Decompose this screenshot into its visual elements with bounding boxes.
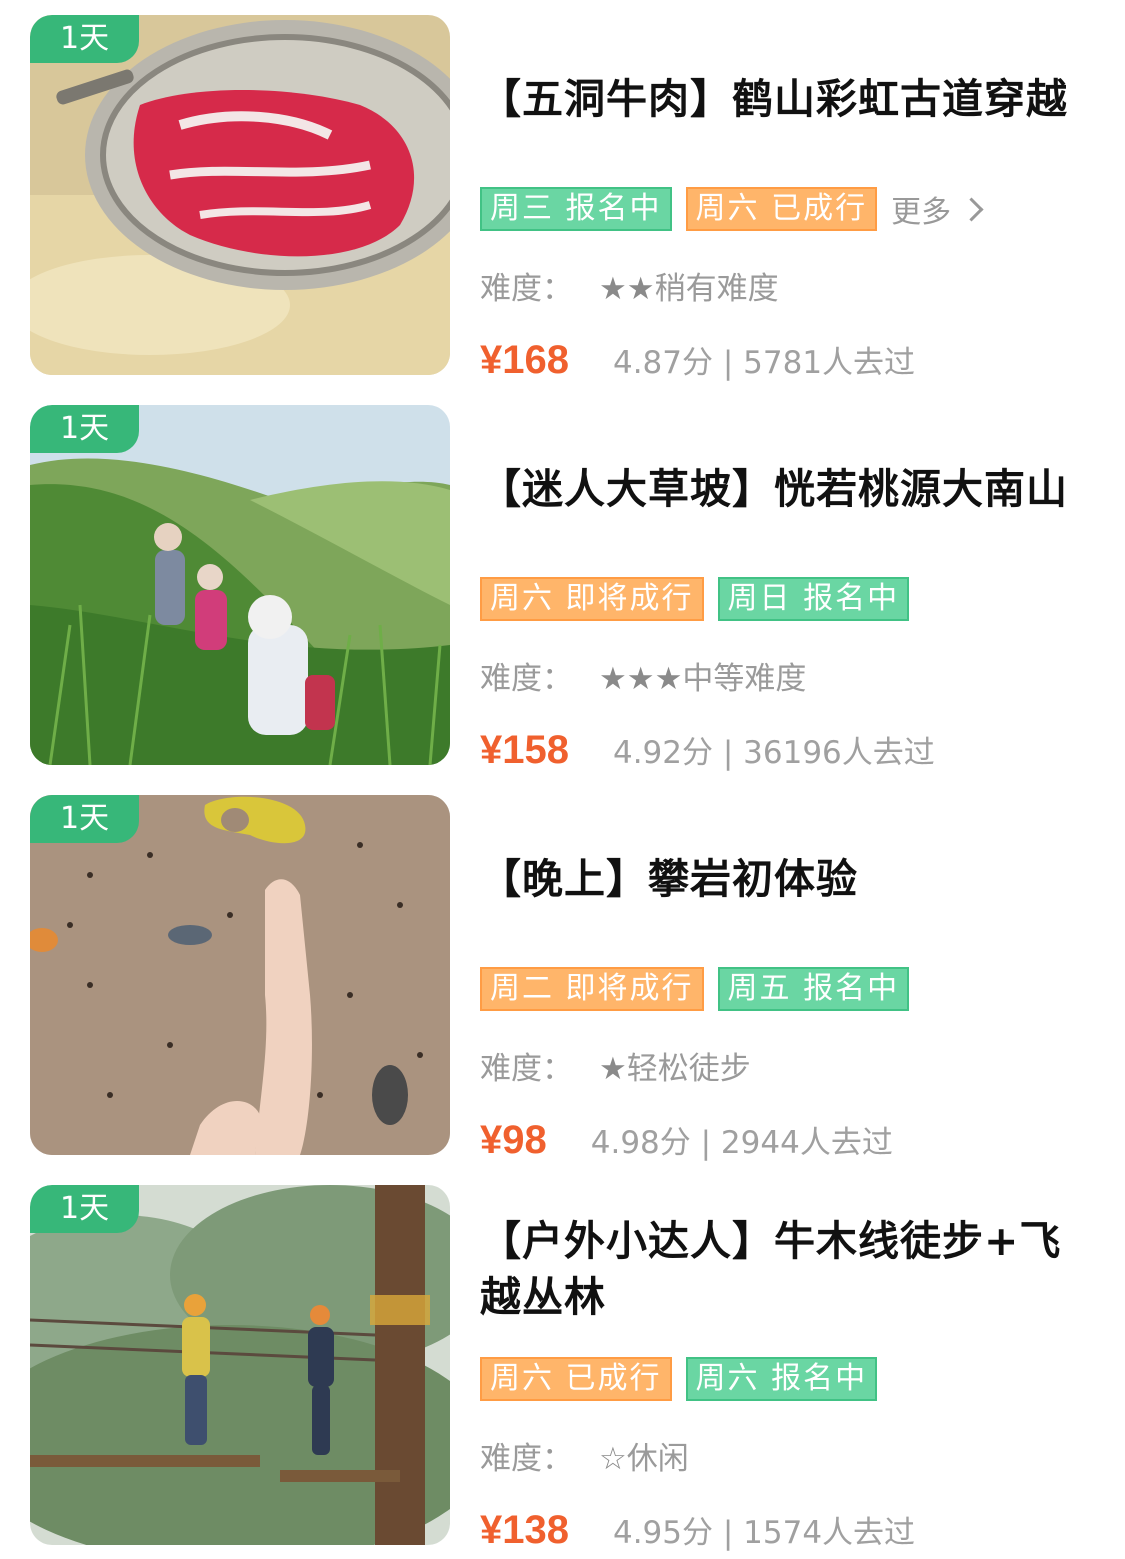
trip-info: 【五洞牛肉】鹤山彩虹古道穿越 周三 报名中 周六 已成行 更多 难度： ★★稍有难…: [480, 15, 1110, 382]
rating-stats: 4.95分 | 1574人去过: [612, 1515, 916, 1551]
trip-thumbnail[interactable]: 1天: [30, 405, 450, 765]
trip-thumbnail[interactable]: 1天: [30, 15, 450, 375]
trip-info: 【晚上】攀岩初体验 周二 即将成行 周五 报名中 难度： ★轻松徒步 ¥98 4.…: [480, 795, 1110, 1162]
trip-title[interactable]: 【五洞牛肉】鹤山彩虹古道穿越: [480, 71, 1080, 127]
price: ¥98: [480, 1118, 547, 1162]
date-tag[interactable]: 周六 已成行: [480, 1357, 672, 1401]
difficulty-row: 难度： ★★稍有难度: [480, 269, 779, 309]
price: ¥138: [480, 1508, 569, 1552]
difficulty-row: 难度： ☆休闲: [480, 1439, 689, 1479]
duration-badge: 1天: [30, 405, 140, 453]
difficulty-row: 难度： ★★★中等难度: [480, 659, 806, 699]
rating-stats: 4.92分 | 36196人去过: [612, 735, 935, 771]
difficulty-text: 稍有难度: [654, 271, 779, 307]
duration-badge: 1天: [30, 15, 140, 63]
price-row: ¥138 4.95分 | 1574人去过: [480, 1507, 915, 1553]
date-tag[interactable]: 周日 报名中: [717, 577, 910, 621]
trip-card[interactable]: 1天 【户外小达人】牛木线徒步+飞越丛林 周六 已成行 周六 报名中 难度： ☆休…: [30, 1185, 1110, 1552]
trip-card[interactable]: 1天 【五洞牛肉】鹤山彩虹古道穿越 周三 报名中 周六 已成行 更多 难度： ★★…: [30, 15, 1110, 382]
trip-title[interactable]: 【迷人大草坡】恍若桃源大南山: [480, 461, 1080, 517]
star-rating-icon: ★: [599, 1051, 627, 1087]
date-tags: 周六 已成行 周六 报名中: [480, 1357, 878, 1401]
difficulty-label: 难度：: [480, 1441, 573, 1477]
difficulty-label: 难度：: [480, 661, 573, 697]
difficulty-text: 轻松徒步: [626, 1051, 751, 1087]
climbing-wall-image: [30, 795, 450, 1155]
price: ¥168: [480, 338, 569, 382]
chevron-right-icon: [959, 196, 984, 222]
difficulty-row: 难度： ★轻松徒步: [480, 1049, 751, 1089]
trip-title[interactable]: 【户外小达人】牛木线徒步+飞越丛林: [480, 1213, 1080, 1325]
trip-card[interactable]: 1天 【迷人大草坡】恍若桃源大南山 周六 即将成行 周日 报名中 难度： ★★★中…: [30, 405, 1110, 772]
more-dates-link[interactable]: 更多: [891, 187, 984, 231]
date-tag[interactable]: 周三 报名中: [480, 187, 672, 231]
date-tags: 周六 即将成行 周日 报名中: [480, 577, 910, 621]
duration-badge: 1天: [30, 795, 140, 843]
date-tag[interactable]: 周五 报名中: [717, 967, 910, 1011]
beef-strainer-image: [30, 15, 450, 375]
date-tags: 周三 报名中 周六 已成行 更多: [480, 187, 984, 231]
star-rating-icon: ★★★: [599, 661, 683, 697]
price: ¥158: [480, 728, 569, 772]
price-row: ¥168 4.87分 | 5781人去过: [480, 337, 915, 383]
trip-info: 【户外小达人】牛木线徒步+飞越丛林 周六 已成行 周六 报名中 难度： ☆休闲 ¥…: [480, 1185, 1110, 1552]
star-rating-icon: ☆: [599, 1441, 627, 1477]
forest-zipline-image: [30, 1185, 450, 1545]
date-tags: 周二 即将成行 周五 报名中: [480, 967, 910, 1011]
duration-badge: 1天: [30, 1185, 140, 1233]
trip-card[interactable]: 1天 【晚上】攀岩初体验 周二 即将成行 周五 报名中 难度： ★轻松徒步 ¥98…: [30, 795, 1110, 1162]
trip-info: 【迷人大草坡】恍若桃源大南山 周六 即将成行 周日 报名中 难度： ★★★中等难度…: [480, 405, 1110, 772]
date-tag[interactable]: 周六 即将成行: [480, 577, 704, 621]
more-label: 更多: [891, 195, 952, 230]
difficulty-text: 中等难度: [682, 661, 807, 697]
price-row: ¥158 4.92分 | 36196人去过: [480, 727, 935, 773]
trip-thumbnail[interactable]: 1天: [30, 795, 450, 1155]
date-tag[interactable]: 周二 即将成行: [480, 967, 704, 1011]
date-tag[interactable]: 周六 已成行: [685, 187, 878, 231]
star-rating-icon: ★★: [599, 271, 655, 307]
price-row: ¥98 4.98分 | 2944人去过: [480, 1117, 893, 1163]
trip-title[interactable]: 【晚上】攀岩初体验: [480, 851, 1080, 907]
rating-stats: 4.87分 | 5781人去过: [612, 345, 916, 381]
difficulty-text: 休闲: [626, 1441, 689, 1477]
rating-stats: 4.98分 | 2944人去过: [590, 1125, 893, 1161]
difficulty-label: 难度：: [480, 271, 573, 307]
grass-slope-image: [30, 405, 450, 765]
date-tag[interactable]: 周六 报名中: [685, 1357, 878, 1401]
difficulty-label: 难度：: [480, 1051, 573, 1087]
trip-thumbnail[interactable]: 1天: [30, 1185, 450, 1545]
